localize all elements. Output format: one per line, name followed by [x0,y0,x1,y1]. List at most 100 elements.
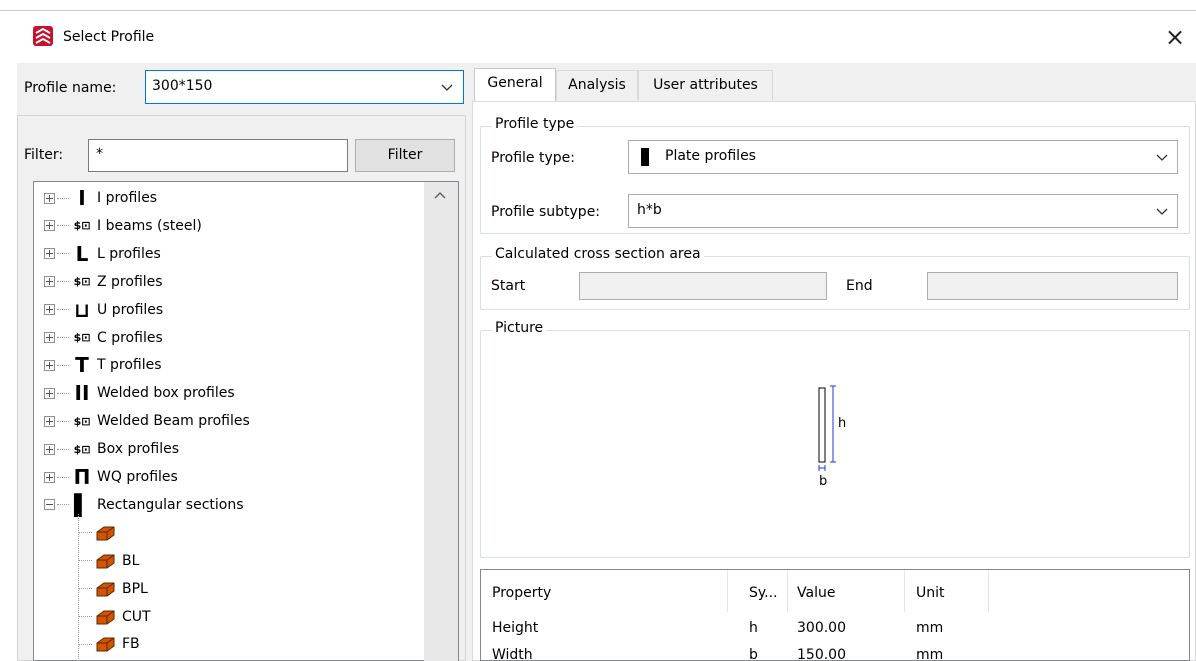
title-bar[interactable] [0,10,1196,63]
tree-item-label: L profiles [97,245,161,262]
filter-button[interactable]: Filter [355,139,455,172]
tree-connector [57,225,69,227]
expand-icon[interactable] [44,415,55,427]
expand-icon[interactable] [44,220,55,232]
end-label: End [846,278,873,294]
tree-connector [57,476,69,478]
welded-box-icon: II [74,381,90,406]
picture-h-label: h [838,416,847,431]
column-header[interactable]: Unit [916,585,945,601]
expand-icon[interactable] [44,192,55,204]
tree-item[interactable]: L L profiles [44,240,161,268]
table-cell: mm [916,620,944,636]
table-cell: h [749,620,758,636]
table-cell: mm [916,647,944,661]
tree-connector [78,560,92,562]
profile-cube-icon [94,579,118,599]
tree-item[interactable]: $⊡ I beams (steel) [44,212,202,240]
profile-subtype-combo[interactable] [628,194,1178,228]
parametric-profile-icon: $⊡ [73,331,91,344]
tree-connector [57,364,69,366]
filter-input-value[interactable]: * [96,146,103,162]
profile-name-label: Profile name: [24,80,117,96]
tree-item-label: I beams (steel) [97,217,202,234]
column-header[interactable]: Value [797,585,835,601]
app-icon [32,25,54,47]
tree-child-item[interactable]: CUT [78,603,151,631]
chevron-down-icon[interactable] [1153,204,1171,220]
expand-icon[interactable] [44,276,55,288]
expand-icon[interactable] [44,332,55,343]
expand-icon[interactable] [44,471,55,483]
tab-user-attributes[interactable]: User attributes [638,70,773,100]
tree-connector [78,643,92,645]
profile-subtype-value[interactable]: h*b [637,202,662,218]
tree-child-label: FB [122,636,140,653]
l-profile-icon: L [75,241,89,266]
start-label: Start [491,278,526,294]
parametric-profile-icon: $⊡ [73,275,91,289]
expand-icon[interactable] [44,248,55,260]
parametric-profile-icon: $⊡ [73,442,91,456]
column-divider[interactable] [988,570,989,612]
parametric-profile-icon: $⊡ [73,414,91,428]
tree-child-item[interactable]: BPL [78,575,148,603]
column-header[interactable]: Sy... [749,585,778,601]
tree-item[interactable]: $⊡ Welded Beam profiles [44,407,250,435]
scroll-up-icon[interactable] [430,187,450,203]
chevron-down-icon[interactable] [438,80,456,96]
u-profile-icon: ⊔ [74,297,90,322]
profile-type-group-title: Profile type [492,116,578,132]
tree-item-label: U profiles [97,301,164,318]
profile-subtype-label: Profile subtype: [491,204,601,220]
tree-scrollbar[interactable] [424,182,458,661]
window-title: Select Profile [63,29,155,45]
tree-connector [57,309,69,311]
close-button[interactable]: × [1160,24,1190,52]
tree-item[interactable]: $⊡ C profiles [44,324,163,352]
tree-child-label: BL [122,552,140,569]
end-area-field [927,272,1178,300]
tree-item-label: Box profiles [97,441,179,458]
collapse-icon[interactable] [44,499,55,511]
tree-item[interactable]: ⊔ U profiles [44,296,163,324]
profile-type-label: Profile type: [491,150,575,166]
tree-connector [57,392,69,394]
tree-child-item[interactable] [78,519,122,547]
tree-child-label: BPL [122,580,148,597]
expand-icon[interactable] [44,387,55,399]
tree-item[interactable]: Π WQ profiles [44,463,178,491]
area-group-title: Calculated cross section area [492,246,704,262]
table-cell: 300.00 [797,620,846,636]
tree-item[interactable]: ▌ Rectangular sections [44,491,244,519]
tree-child-item[interactable]: FB [78,630,140,658]
tree-item-label: Z profiles [97,273,163,290]
tree-item[interactable]: II Welded box profiles [44,379,235,407]
tree-item-label: T profiles [97,357,162,374]
column-divider[interactable] [727,570,728,612]
tree-item-label: WQ profiles [97,469,178,485]
tree-item[interactable]: $⊡ Box profiles [44,435,179,463]
tree-item[interactable]: T T profiles [44,351,162,379]
column-divider[interactable] [787,570,788,612]
expand-icon[interactable] [44,304,55,316]
expand-icon[interactable] [44,359,55,371]
profile-cube-icon [94,634,118,654]
column-divider[interactable] [904,570,905,612]
t-profile-icon: T [75,353,89,378]
tab-analysis[interactable]: Analysis [556,70,638,100]
column-header[interactable]: Property [492,585,551,601]
tree-connector [57,504,69,506]
expand-icon[interactable] [44,443,55,455]
tree-item[interactable]: I I profiles [44,184,157,212]
filter-input[interactable] [88,139,348,172]
tree-connector [78,532,92,534]
picture-group-title: Picture [492,320,547,336]
tree-item[interactable]: $⊡ Z profiles [44,268,163,296]
profile-name-value[interactable]: 300*150 [152,78,212,94]
tab-general[interactable]: General [474,68,556,102]
tree-child-item[interactable]: BL [78,547,139,575]
chevron-down-icon[interactable] [1153,150,1171,166]
tree-connector [78,616,92,617]
profile-type-value[interactable]: Plate profiles [665,148,756,164]
